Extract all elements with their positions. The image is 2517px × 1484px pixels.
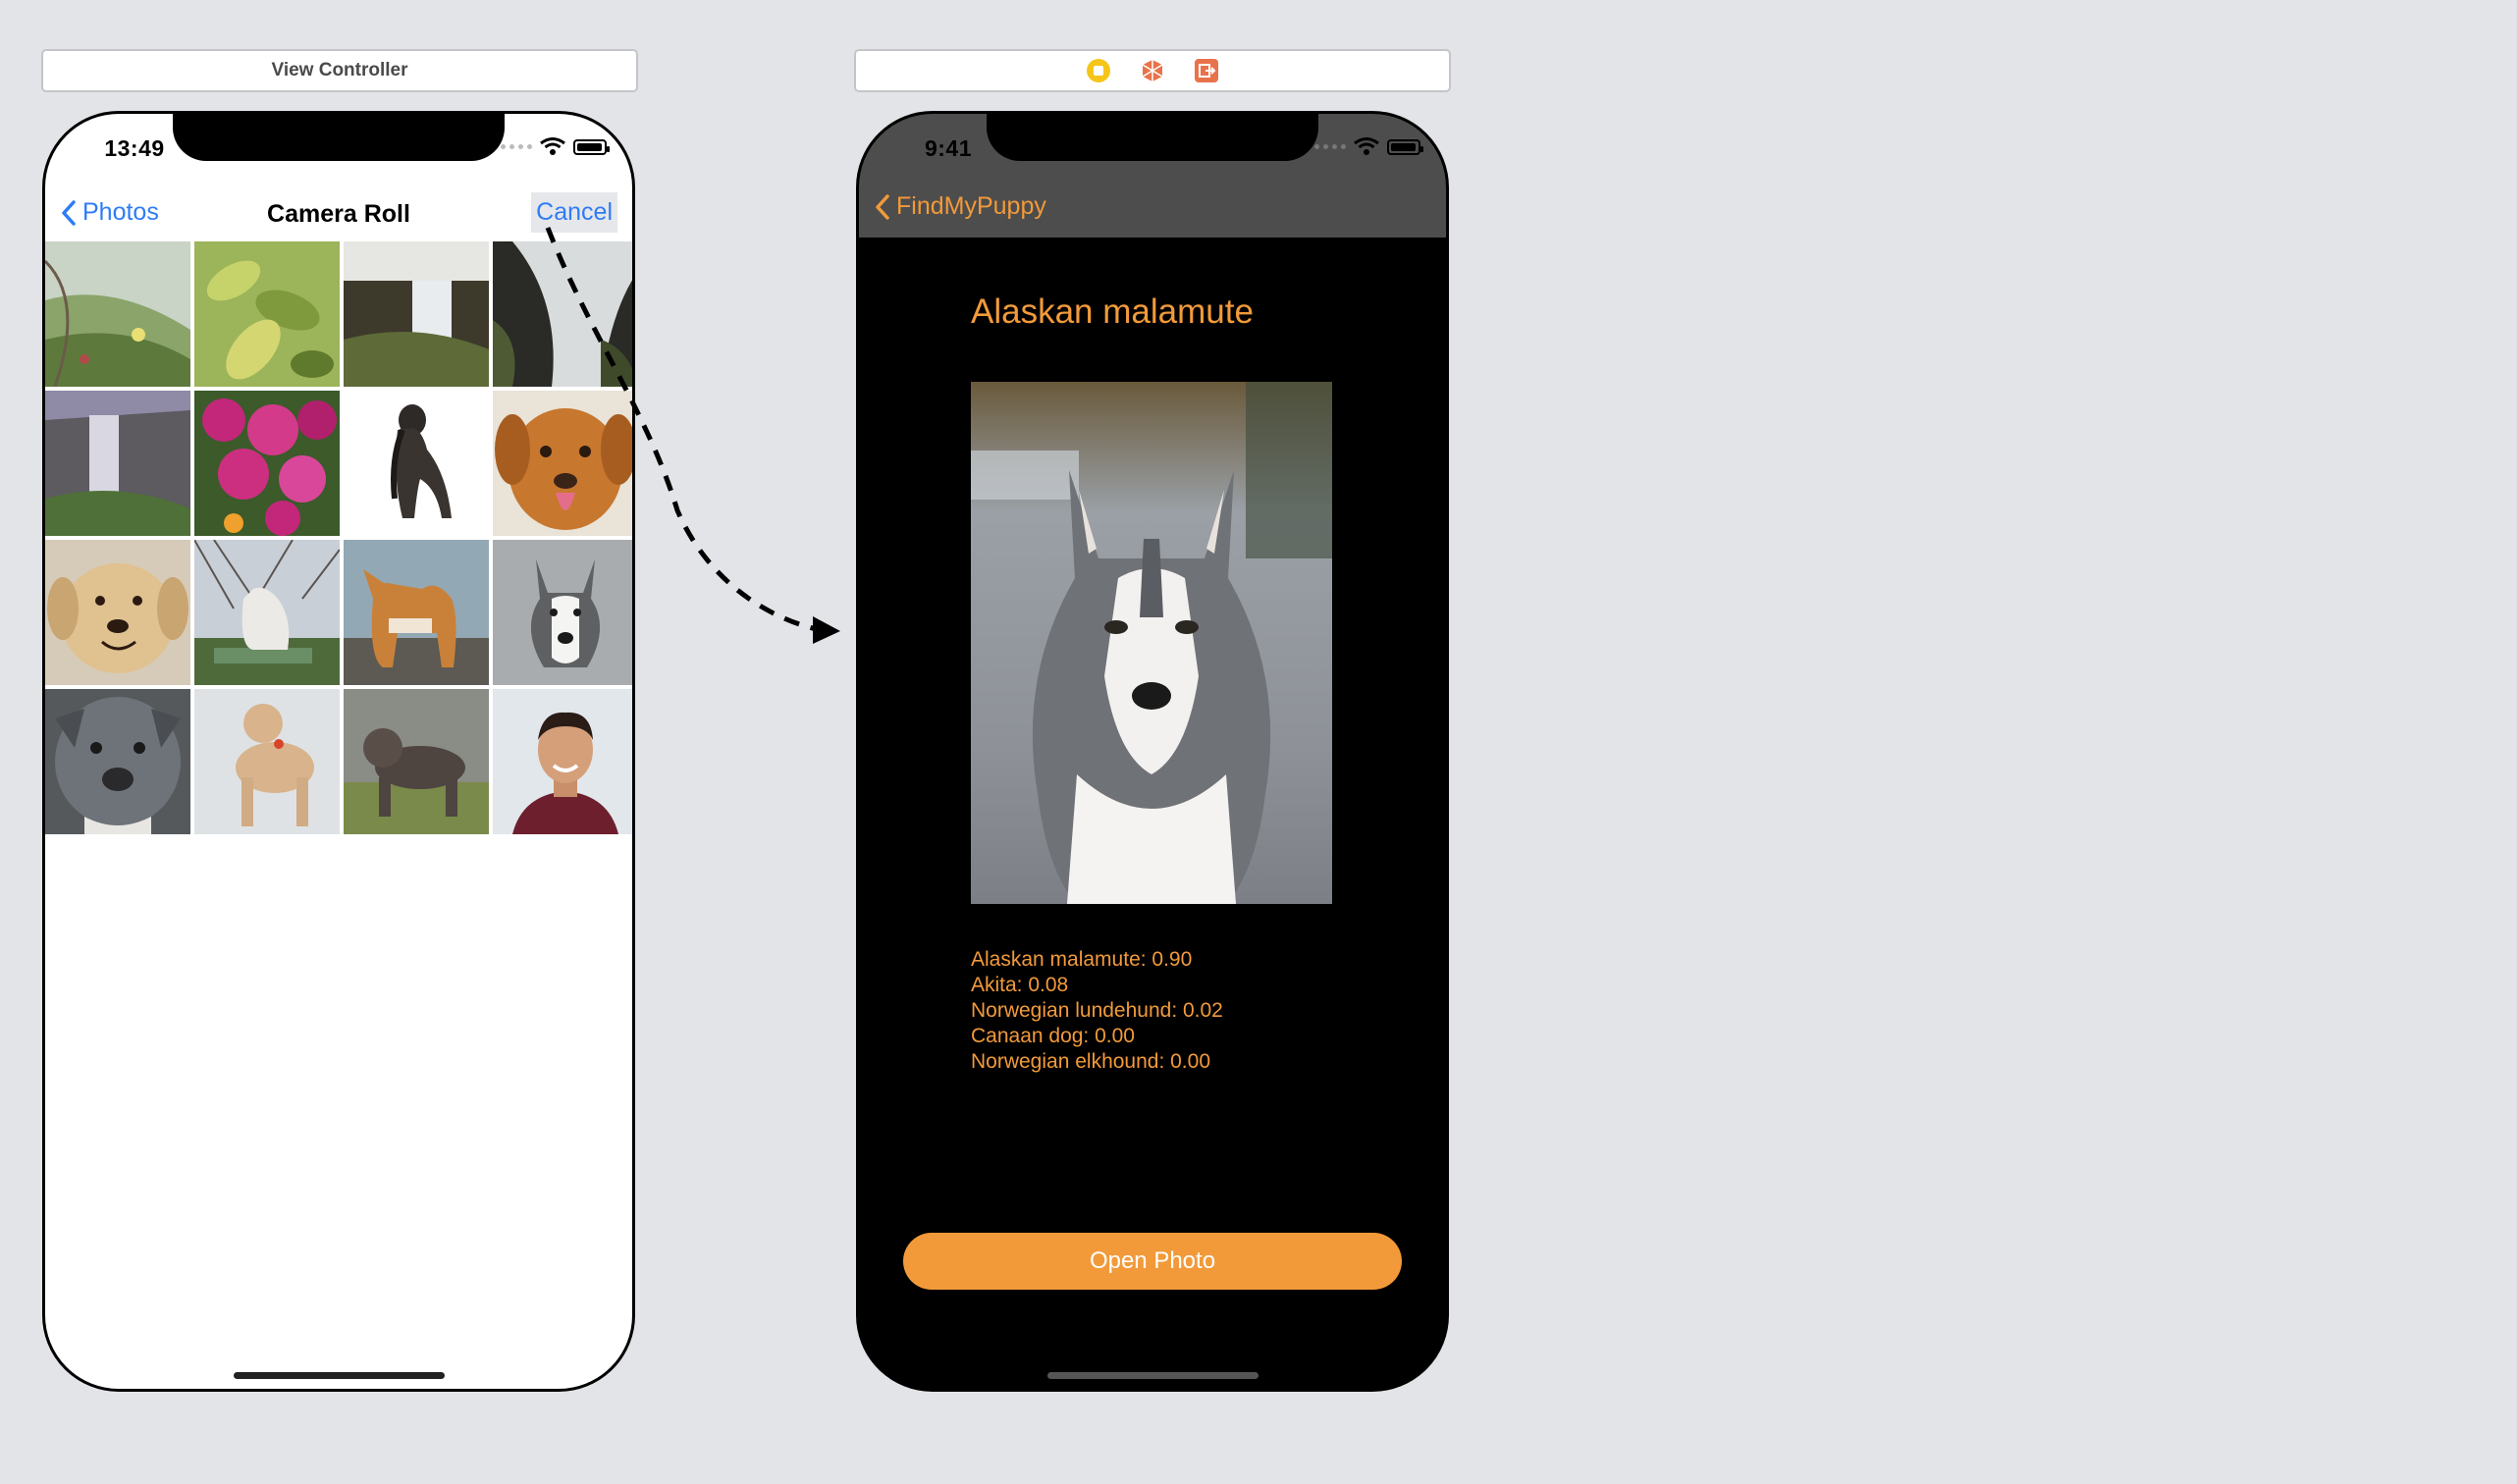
status-icons bbox=[1314, 137, 1423, 156]
chevron-left-icon bbox=[876, 193, 889, 220]
wifi-icon bbox=[1354, 137, 1379, 155]
status-time: 13:49 bbox=[104, 135, 165, 161]
signal-icon bbox=[1314, 144, 1346, 149]
photo-thumbnail-pink-flowers[interactable] bbox=[194, 391, 340, 536]
prediction-item: Norwegian lundehund: 0.02 bbox=[971, 999, 1223, 1022]
scene-title: View Controller bbox=[271, 60, 408, 80]
scene-header-view-controller[interactable]: View Controller bbox=[41, 49, 638, 92]
wifi-icon bbox=[540, 137, 565, 155]
photo-thumbnail-retriever[interactable] bbox=[493, 391, 632, 536]
photo-thumbnail-afghan-hound[interactable] bbox=[344, 391, 489, 536]
photo-thumbnail-golden-retriever[interactable] bbox=[45, 540, 190, 685]
result-screen: FindMyPuppy 9:41 Alaskan malamute Alaska… bbox=[856, 111, 1449, 1392]
photo-thumbnail-waterfall-valley[interactable] bbox=[45, 391, 190, 536]
photo-thumbnail-pitbull[interactable] bbox=[45, 689, 190, 834]
view-controller-icon[interactable] bbox=[1086, 58, 1111, 83]
prediction-item: Alaskan malamute: 0.90 bbox=[971, 948, 1193, 971]
prediction-item: Norwegian elkhound: 0.00 bbox=[971, 1050, 1211, 1073]
breed-title: Alaskan malamute bbox=[971, 292, 1254, 331]
back-button-label: FindMyPuppy bbox=[896, 192, 1046, 220]
prediction-item: Canaan dog: 0.00 bbox=[971, 1025, 1135, 1047]
notch bbox=[987, 114, 1318, 161]
navigation-bar: Photos Camera Roll Cancel bbox=[45, 190, 632, 239]
battery-icon bbox=[573, 138, 610, 155]
battery-icon bbox=[1387, 138, 1423, 155]
photo-thumbnail-waterfall-cliff[interactable] bbox=[344, 241, 489, 387]
prediction-item: Akita: 0.08 bbox=[971, 974, 1069, 996]
notch bbox=[173, 114, 505, 161]
status-time: 9:41 bbox=[924, 135, 973, 161]
predictions-list: Alaskan malamute: 0.90 Akita: 0.08 Norwe… bbox=[971, 947, 1223, 1075]
status-icons bbox=[501, 137, 610, 156]
signal-icon bbox=[501, 144, 532, 149]
photo-thumbnail-waterfall-rocks[interactable] bbox=[493, 241, 632, 387]
photo-thumbnail-white-dog-bench[interactable] bbox=[194, 540, 340, 685]
first-responder-icon[interactable] bbox=[1140, 58, 1165, 83]
exit-icon[interactable] bbox=[1194, 58, 1219, 83]
back-button[interactable]: FindMyPuppy bbox=[875, 192, 1046, 221]
photo-thumbnail-meadow[interactable] bbox=[45, 241, 190, 387]
photo-thumbnail-leaves[interactable] bbox=[194, 241, 340, 387]
photo-thumbnail-poodle[interactable] bbox=[194, 689, 340, 834]
cancel-button[interactable]: Cancel bbox=[531, 192, 617, 233]
home-indicator bbox=[234, 1372, 445, 1379]
open-photo-button[interactable]: Open Photo bbox=[903, 1233, 1402, 1290]
home-indicator bbox=[1047, 1372, 1258, 1379]
photo-picker-screen: 13:49 Photos Camera Roll Cancel bbox=[42, 111, 635, 1392]
dog-photo bbox=[971, 382, 1332, 904]
photo-grid bbox=[45, 241, 632, 834]
photo-thumbnail-shiba-inu[interactable] bbox=[344, 540, 489, 685]
photo-thumbnail-husky[interactable] bbox=[493, 540, 632, 685]
scene-header-result[interactable] bbox=[854, 49, 1451, 92]
photo-thumbnail-smiling-man[interactable] bbox=[493, 689, 632, 834]
photo-thumbnail-bulldog-grass[interactable] bbox=[344, 689, 489, 834]
